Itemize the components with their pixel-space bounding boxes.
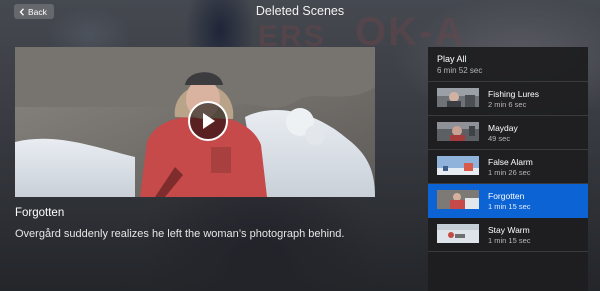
scene-playlist: Play All 6 min 52 sec Fishing Lures 2 mi… [428,47,588,291]
playlist-item-mayday[interactable]: Mayday 49 sec [428,116,588,150]
playlist-item-false-alarm[interactable]: False Alarm 1 min 26 sec [428,150,588,184]
scene-thumbnail [437,190,479,209]
page-title: Deleted Scenes [255,4,345,18]
play-icon [200,112,216,130]
playlist-item-duration: 1 min 15 sec [488,202,531,211]
scene-description: Overgård suddenly realizes he left the w… [15,228,345,240]
play-all-label: Play All [437,54,467,64]
scene-thumbnail [437,224,479,243]
scene-thumbnail [437,156,479,175]
playlist-item-duration: 2 min 6 sec [488,100,527,109]
play-button[interactable] [188,101,228,141]
playlist-item-forgotten[interactable]: Forgotten 1 min 15 sec [428,184,588,218]
playlist-item-title: Fishing Lures [488,89,540,99]
playlist-item-duration: 49 sec [488,134,511,143]
scene-thumbnail [437,122,479,141]
playlist-item-stay-warm[interactable]: Stay Warm 1 min 15 sec [428,218,588,252]
playlist-item-title: False Alarm [488,157,533,167]
playlist-item-fishing-lures[interactable]: Fishing Lures 2 min 6 sec [428,82,588,116]
play-all-duration: 6 min 52 sec [437,66,483,75]
scene-thumbnail [437,88,479,107]
playlist-item-duration: 1 min 15 sec [488,236,531,245]
scene-title: Forgotten [15,207,65,219]
play-all-button[interactable]: Play All 6 min 52 sec [428,47,588,82]
playlist-item-title: Forgotten [488,191,525,201]
video-player[interactable] [15,47,375,197]
deleted-scenes-screen: ERS OK-A Back Deleted Scenes Forgotten O… [0,0,600,291]
playlist-item-title: Stay Warm [488,225,530,235]
playlist-item-duration: 1 min 26 sec [488,168,531,177]
playlist-item-title: Mayday [488,123,518,133]
